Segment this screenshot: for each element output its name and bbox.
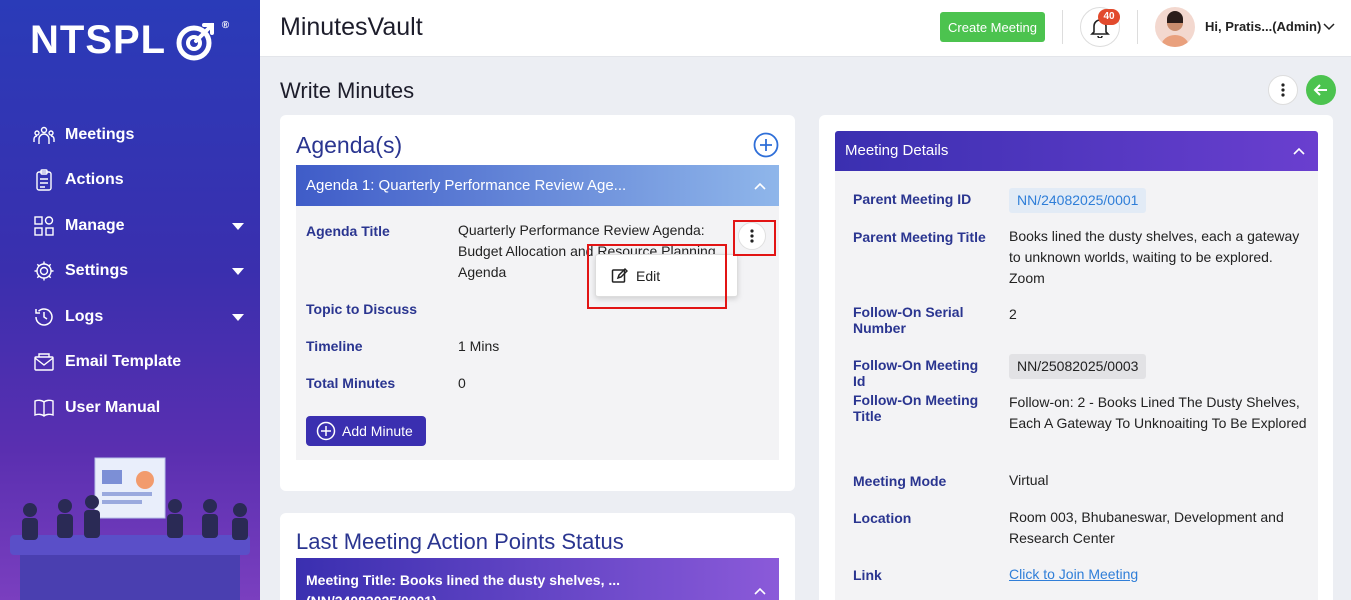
history-icon [32, 305, 56, 329]
caret-down-icon [232, 313, 244, 321]
sidebar: NTSPL ® Meetings Actions Manage Settings… [0, 0, 260, 600]
meeting-details-card: Meeting Details Parent Meeting ID NN/240… [819, 115, 1333, 600]
follow-on-serial-value: 2 [1009, 306, 1017, 322]
agenda-heading: Agenda(s) [296, 132, 403, 158]
caret-down-icon [232, 222, 244, 230]
agenda-accordion-header[interactable]: Agenda 1: Quarterly Performance Review A… [296, 165, 779, 206]
sidebar-item-label: Logs [65, 307, 104, 325]
follow-on-title-value: Follow-on: 2 - Books Lined The Dusty She… [1009, 394, 1307, 431]
top-header: MinutesVault Create Meeting 40 Hi, Prati… [260, 0, 1351, 57]
agenda-title-label: Agenda Title [306, 223, 390, 239]
caret-down-icon [232, 268, 244, 276]
sidebar-item-label: Email Template [65, 353, 182, 371]
header-divider [1062, 10, 1063, 44]
parent-meeting-id-value: NN/24082025/0001 [1009, 188, 1147, 213]
meeting-mode-label: Meeting Mode [853, 473, 947, 489]
chevron-up-icon[interactable] [753, 584, 767, 598]
arrow-left-icon [1313, 84, 1327, 96]
follow-on-title-label: Follow-On Meeting Title [853, 392, 979, 424]
total-minutes-value: 0 [458, 375, 466, 391]
sidebar-item-label: Manage [65, 216, 125, 234]
parent-meeting-id-label: Parent Meeting ID [853, 191, 972, 207]
notification-badge: 40 [1098, 9, 1120, 25]
sidebar-item-actions[interactable]: Actions [0, 158, 260, 204]
meetings-icon [32, 123, 56, 147]
clipboard-icon [32, 168, 56, 192]
sidebar-item-email-template[interactable]: Email Template [0, 340, 260, 386]
follow-on-id-label: Follow-On Meeting Id [853, 357, 979, 389]
highlight-box [587, 244, 727, 309]
grid-icon [32, 214, 56, 238]
sidebar-item-label: Actions [65, 171, 124, 189]
brand-logo[interactable]: NTSPL ® [30, 18, 229, 63]
logo-mark-icon [176, 22, 215, 60]
book-icon [32, 396, 56, 420]
last-meeting-title: Meeting Title: Books lined the dusty she… [306, 572, 621, 588]
add-minute-label: Add Minute [342, 423, 413, 439]
sidebar-item-manage[interactable]: Manage [0, 203, 260, 249]
last-meeting-accordion-header[interactable]: Meeting Title: Books lined the dusty she… [296, 558, 779, 600]
parent-meeting-title-value: Books lined the dusty shelves, each a ga… [1009, 228, 1300, 286]
join-meeting-link[interactable]: Click to Join Meeting [1009, 566, 1138, 582]
chevron-down-icon[interactable] [1322, 20, 1336, 34]
sidebar-item-logs[interactable]: Logs [0, 294, 260, 340]
follow-on-serial-label: Follow-On Serial Number [853, 304, 964, 336]
meeting-mode-value: Virtual [1009, 472, 1049, 488]
sidebar-item-user-manual[interactable]: User Manual [0, 385, 260, 431]
location-value: Room 003, Bhubaneswar, Development and R… [1009, 509, 1284, 546]
more-options-button[interactable] [1268, 75, 1298, 105]
avatar[interactable] [1155, 7, 1195, 47]
topic-label: Topic to Discuss [306, 301, 417, 317]
total-minutes-label: Total Minutes [306, 375, 396, 391]
parent-meeting-title-label: Parent Meeting Title [853, 229, 986, 245]
sidebar-item-settings[interactable]: Settings [0, 249, 260, 295]
gear-icon [32, 259, 56, 283]
user-name[interactable]: Hi, Pratis...(Admin) [1205, 19, 1321, 34]
sidebar-item-label: Meetings [65, 125, 135, 143]
last-meeting-heading: Last Meeting Action Points Status [296, 529, 624, 554]
sidebar-item-meetings[interactable]: Meetings [0, 112, 260, 158]
sidebar-item-label: User Manual [65, 398, 161, 416]
plus-circle-icon [316, 421, 336, 441]
meeting-details-header[interactable]: Meeting Details [835, 131, 1318, 171]
location-label: Location [853, 510, 912, 526]
add-minute-button[interactable]: Add Minute [306, 416, 426, 446]
app-title: MinutesVault [280, 13, 423, 41]
registered-mark: ® [221, 20, 231, 31]
create-meeting-button[interactable]: Create Meeting [940, 12, 1045, 42]
follow-on-id-value: NN/25082025/0003 [1009, 354, 1147, 379]
sidebar-nav: Meetings Actions Manage Settings Logs Em… [0, 112, 260, 431]
kebab-icon [1281, 83, 1285, 97]
meeting-details-title: Meeting Details [845, 142, 949, 159]
timeline-label: Timeline [306, 338, 363, 354]
highlight-box [733, 220, 776, 256]
logo-text: NTSPL [30, 18, 167, 62]
page-title: Write Minutes [280, 78, 415, 103]
meeting-illustration [10, 457, 250, 600]
link-label: Link [853, 567, 882, 583]
last-meeting-card: Last Meeting Action Points Status Meetin… [280, 513, 795, 600]
last-meeting-id: (NN/24082025/0001) [306, 591, 769, 600]
chevron-up-icon[interactable] [1292, 144, 1306, 158]
meeting-details-body: Parent Meeting ID NN/24082025/0001 Paren… [835, 171, 1318, 600]
timeline-value: 1 Mins [458, 338, 500, 354]
header-divider [1137, 10, 1138, 44]
add-agenda-icon[interactable] [753, 132, 779, 158]
agenda-bar-title: Agenda 1: Quarterly Performance Review A… [306, 177, 627, 194]
sidebar-item-label: Settings [65, 262, 129, 280]
mail-icon [32, 350, 56, 374]
back-button[interactable] [1306, 75, 1336, 105]
chevron-up-icon[interactable] [753, 179, 767, 193]
